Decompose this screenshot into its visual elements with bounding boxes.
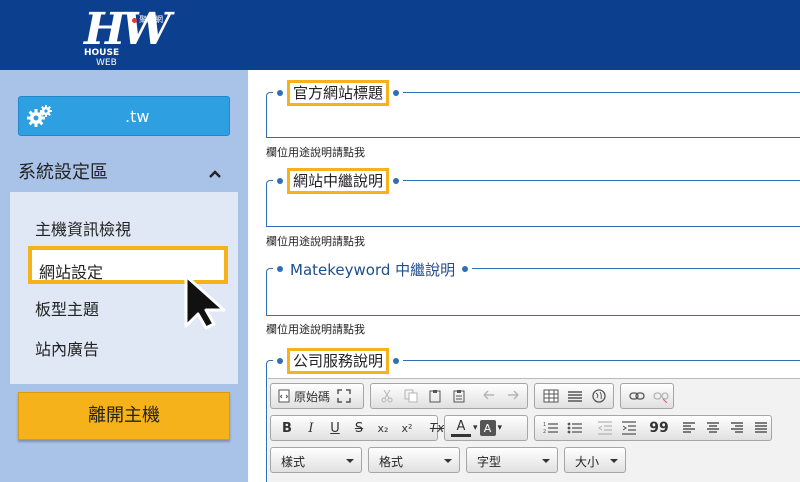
globe-icon[interactable] — [589, 386, 609, 406]
source-icon — [278, 389, 290, 403]
bold-button[interactable]: B — [277, 418, 297, 438]
field-legend: 官方網站標題 — [273, 80, 404, 106]
source-button[interactable]: 原始碼 — [277, 386, 330, 406]
logo-house-text: HOUSE — [84, 48, 120, 58]
paste-icon[interactable] — [425, 386, 445, 406]
sidebar-item-theme[interactable]: 板型主題 — [35, 296, 99, 320]
chevron-down-icon[interactable]: ▾ — [498, 423, 503, 433]
logo-brand: 聚屋網 — [139, 15, 163, 24]
outdent-icon[interactable] — [595, 418, 615, 438]
logo-web-text: WEB — [96, 58, 117, 68]
legend-bullet — [462, 266, 469, 272]
link-icon[interactable] — [627, 386, 647, 406]
strikethrough-button[interactable]: S — [349, 418, 369, 438]
gears-icon — [27, 105, 53, 131]
align-justify-icon[interactable] — [751, 418, 771, 438]
chevron-down-icon — [610, 459, 618, 463]
chevron-down-icon[interactable]: ▾ — [473, 423, 478, 433]
toolbar-source-group: 原始碼 — [270, 383, 364, 409]
field-help-link[interactable]: 欄位用途說明請點我 — [266, 144, 365, 160]
style-select-label: 樣式 — [281, 455, 306, 469]
field-official-title[interactable]: 官方網站標題 — [266, 80, 800, 138]
legend-bullet — [277, 90, 283, 96]
legend-bullet — [277, 358, 283, 364]
undo-icon[interactable] — [479, 386, 499, 406]
style-select[interactable]: 樣式 — [270, 447, 362, 473]
field-label: 公司服務說明 — [287, 348, 390, 374]
sidebar-item-site-ads[interactable]: 站內廣告 — [35, 336, 99, 360]
blockquote-button[interactable]: 99 — [649, 418, 669, 438]
align-center-icon[interactable] — [703, 418, 723, 438]
format-select-label: 格式 — [379, 455, 404, 469]
chevron-up-icon[interactable] — [208, 164, 222, 183]
site-button-label: .tw — [125, 107, 150, 126]
cut-icon[interactable] — [377, 386, 397, 406]
copy-icon[interactable] — [401, 386, 421, 406]
source-label: 原始碼 — [294, 389, 331, 404]
font-select-label: 字型 — [477, 455, 502, 469]
toolbar-insert-group — [534, 383, 614, 409]
indent-icon[interactable] — [619, 418, 639, 438]
main-content: 官方網站標題 欄位用途說明請點我 網站中繼說明 欄位用途說明請點我 Mateke… — [248, 70, 800, 482]
svg-text:1: 1 — [543, 422, 546, 428]
redo-icon[interactable] — [503, 386, 523, 406]
section-title[interactable]: 系統設定區 — [18, 158, 108, 184]
numbered-list-icon[interactable]: 12 — [541, 418, 561, 438]
underline-button[interactable]: U — [325, 418, 345, 438]
chevron-down-icon — [542, 459, 550, 463]
font-select[interactable]: 字型 — [466, 447, 558, 473]
legend-bullet — [277, 178, 283, 184]
format-select[interactable]: 格式 — [368, 447, 460, 473]
table-icon[interactable] — [541, 386, 561, 406]
house-web-logo[interactable]: HW 聚屋網 HOUSE WEB — [84, 4, 171, 68]
toolbar-clipboard-group — [370, 383, 528, 409]
text-color-button[interactable]: A — [451, 419, 471, 437]
legend-bullet — [393, 90, 400, 96]
field-label: Matekeyword 中繼說明 — [290, 260, 456, 279]
toolbar-link-group — [620, 383, 674, 409]
exit-host-button[interactable]: 離開主機 — [18, 392, 230, 440]
horizontal-rule-icon[interactable] — [565, 386, 585, 406]
sidebar-item-host-info[interactable]: 主機資訊檢視 — [35, 216, 131, 240]
field-help-link[interactable]: 欄位用途說明請點我 — [266, 233, 365, 249]
superscript-button[interactable]: x² — [397, 418, 417, 438]
align-right-icon[interactable] — [727, 418, 747, 438]
size-select[interactable]: 大小 — [564, 447, 626, 473]
toolbar-colors-group: A ▾ A ▾ — [444, 415, 528, 441]
field-meta-description[interactable]: 網站中繼說明 — [266, 168, 800, 227]
field-label: 官方網站標題 — [287, 80, 390, 106]
svg-text:2: 2 — [543, 429, 546, 435]
field-help-link[interactable]: 欄位用途說明請點我 — [266, 321, 365, 337]
mouse-pointer-icon — [180, 272, 230, 334]
size-select-label: 大小 — [575, 455, 600, 469]
legend-bullet — [393, 358, 400, 364]
logo-dot — [132, 18, 137, 23]
unlink-icon[interactable] — [651, 386, 671, 406]
chevron-down-icon — [346, 459, 354, 463]
italic-button[interactable]: I — [301, 418, 321, 438]
bg-color-button[interactable]: A — [479, 420, 496, 436]
align-left-icon[interactable] — [679, 418, 699, 438]
bulleted-list-icon[interactable] — [565, 418, 585, 438]
chevron-down-icon — [444, 459, 452, 463]
site-button[interactable]: .tw — [18, 96, 230, 136]
field-legend: 網站中繼說明 — [273, 168, 404, 194]
legend-bullet — [277, 266, 283, 272]
field-legend: 公司服務說明 — [273, 348, 404, 374]
top-bar: HW 聚屋網 HOUSE WEB — [0, 0, 800, 70]
toolbar-paragraph-group: 12 99 — [534, 415, 772, 441]
paste-text-icon[interactable] — [449, 386, 469, 406]
field-label: 網站中繼說明 — [287, 168, 390, 194]
maximize-icon[interactable] — [334, 386, 354, 406]
toolbar-basic-styles-group: B I U S x₂ x² Tx — [270, 415, 444, 441]
subscript-button[interactable]: x₂ — [373, 418, 393, 438]
rich-text-editor: 原始碼 B I U S x₂ x² Tx A ▾ A ▾ 1 2 99 樣式 格… — [268, 378, 800, 482]
field-legend: Matekeyword 中繼說明 — [273, 256, 473, 282]
field-meta-keyword[interactable]: Matekeyword 中繼說明 — [266, 256, 800, 316]
legend-bullet — [393, 178, 400, 184]
